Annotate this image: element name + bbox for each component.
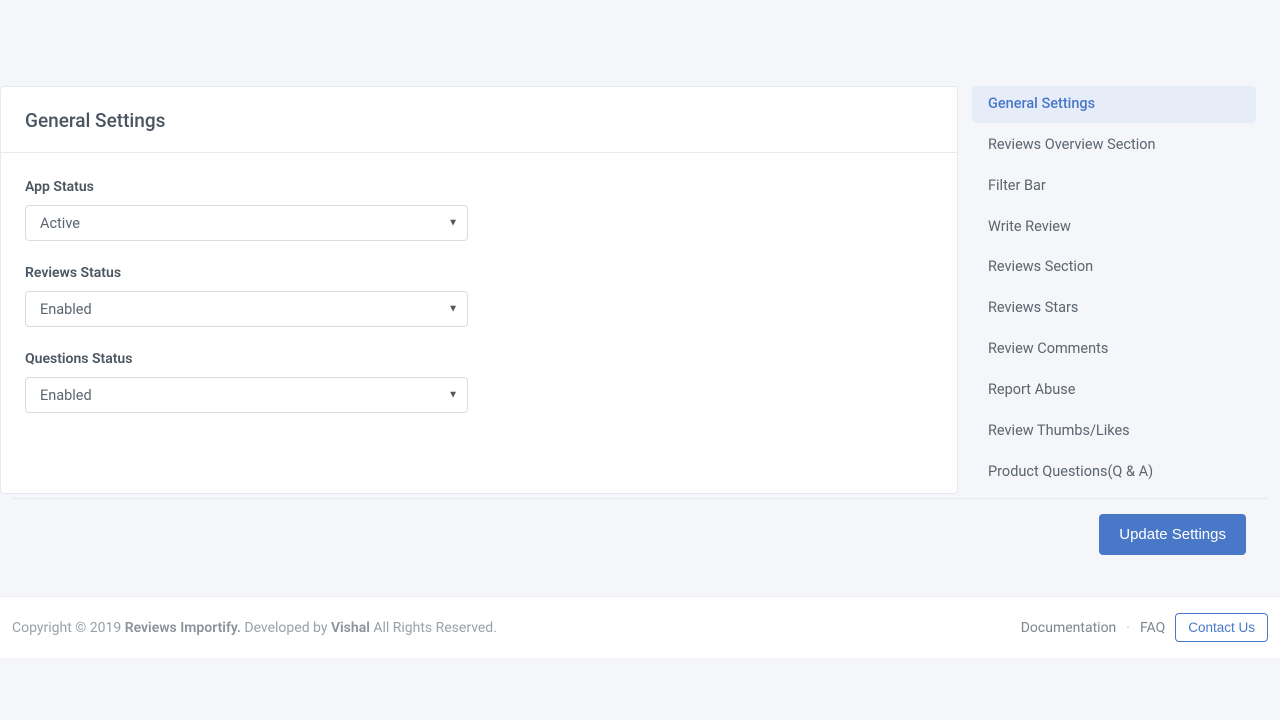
sidebar-item-filter-bar[interactable]: Filter Bar bbox=[972, 168, 1256, 205]
section-divider bbox=[12, 498, 1268, 499]
app-status-value: Active bbox=[40, 215, 80, 232]
footer-link-faq[interactable]: FAQ bbox=[1140, 620, 1165, 636]
footer-separator: · bbox=[1126, 620, 1130, 636]
reviews-status-label: Reviews Status bbox=[25, 265, 468, 281]
sidebar-item-report-abuse[interactable]: Report Abuse bbox=[972, 372, 1256, 409]
dev-suffix: All Rights Reserved. bbox=[370, 620, 497, 636]
sidebar-item-write-review[interactable]: Write Review bbox=[972, 209, 1256, 246]
sidebar-item-product-questions[interactable]: Product Questions(Q & A) bbox=[972, 454, 1256, 491]
questions-status-select[interactable]: Enabled bbox=[25, 377, 468, 413]
reviews-status-group: Reviews Status Enabled ▼ bbox=[25, 265, 468, 327]
dev-prefix: Developed by bbox=[241, 620, 331, 636]
reviews-status-select[interactable]: Enabled bbox=[25, 291, 468, 327]
card-header: General Settings bbox=[1, 87, 957, 153]
footer-link-documentation[interactable]: Documentation bbox=[1021, 620, 1117, 636]
reviews-status-value: Enabled bbox=[40, 301, 92, 318]
settings-sidebar: General Settings Reviews Overview Sectio… bbox=[972, 86, 1268, 494]
footer-dev-name: Vishal bbox=[331, 620, 370, 636]
app-status-label: App Status bbox=[25, 179, 468, 195]
app-status-group: App Status Active ▼ bbox=[25, 179, 468, 241]
sidebar-item-reviews-section[interactable]: Reviews Section bbox=[972, 249, 1256, 286]
footer: Copyright © 2019 Reviews Importify. Deve… bbox=[0, 596, 1280, 658]
update-settings-button[interactable]: Update Settings bbox=[1099, 514, 1246, 555]
contact-us-button[interactable]: Contact Us bbox=[1175, 613, 1268, 642]
sidebar-item-general-settings[interactable]: General Settings bbox=[972, 86, 1256, 123]
sidebar-item-review-thumbs[interactable]: Review Thumbs/Likes bbox=[972, 413, 1256, 450]
questions-status-value: Enabled bbox=[40, 387, 92, 404]
card-body: App Status Active ▼ Reviews Status Enabl… bbox=[1, 153, 957, 447]
sidebar-item-reviews-overview[interactable]: Reviews Overview Section bbox=[972, 127, 1256, 164]
app-status-select[interactable]: Active bbox=[25, 205, 468, 241]
footer-copyright: Copyright © 2019 Reviews Importify. Deve… bbox=[12, 620, 497, 636]
footer-brand: Reviews Importify. bbox=[125, 620, 241, 636]
copyright-prefix: Copyright © 2019 bbox=[12, 620, 125, 636]
questions-status-label: Questions Status bbox=[25, 351, 468, 367]
sidebar-item-review-comments[interactable]: Review Comments bbox=[972, 331, 1256, 368]
general-settings-card: General Settings App Status Active ▼ Rev… bbox=[0, 86, 958, 494]
questions-status-group: Questions Status Enabled ▼ bbox=[25, 351, 468, 413]
sidebar-item-reviews-stars[interactable]: Reviews Stars bbox=[972, 290, 1256, 327]
card-title: General Settings bbox=[25, 109, 933, 132]
